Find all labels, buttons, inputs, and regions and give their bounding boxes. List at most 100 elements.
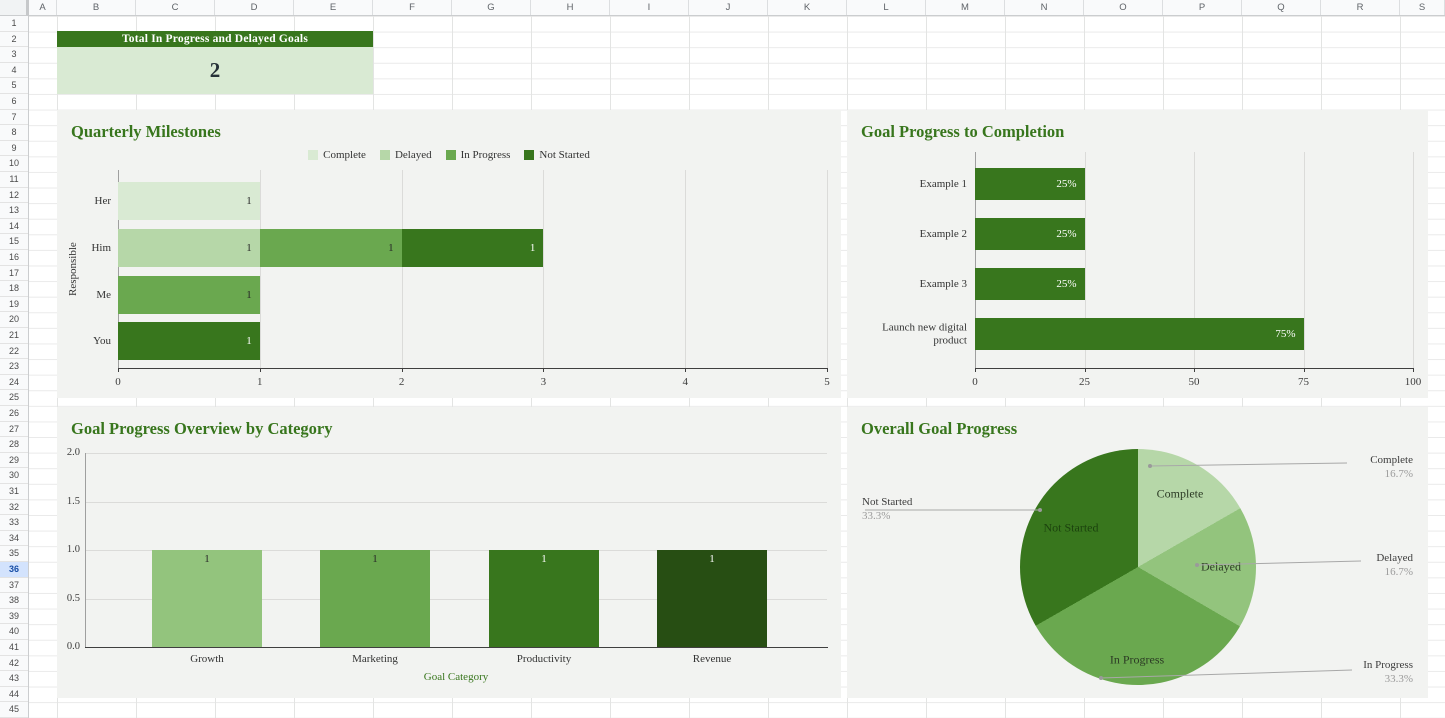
legend-label: In Progress — [461, 149, 511, 161]
bar[interactable]: 75% — [975, 318, 1304, 350]
column-header-g[interactable]: G — [452, 0, 531, 15]
row-header-20[interactable]: 20 — [0, 312, 28, 328]
row-header-32[interactable]: 32 — [0, 500, 28, 516]
row-header-28[interactable]: 28 — [0, 437, 28, 453]
bar-segment[interactable]: 1 — [118, 229, 260, 267]
bar-segment[interactable]: 1 — [118, 276, 260, 314]
column-header-h[interactable]: H — [531, 0, 610, 15]
column-header-a[interactable]: A — [29, 0, 57, 15]
bar-value-label: 1 — [388, 242, 402, 254]
bar[interactable]: 1 — [152, 550, 262, 647]
legend-item[interactable]: Not Started — [524, 149, 589, 161]
row-header-10[interactable]: 10 — [0, 156, 28, 172]
row-header-33[interactable]: 33 — [0, 515, 28, 531]
row-header-38[interactable]: 38 — [0, 593, 28, 609]
row-header-13[interactable]: 13 — [0, 203, 28, 219]
column-header-k[interactable]: K — [768, 0, 847, 15]
bar[interactable]: 1 — [489, 550, 599, 647]
row-header-19[interactable]: 19 — [0, 297, 28, 313]
legend-swatch — [446, 150, 456, 160]
bar-segment[interactable]: 1 — [260, 229, 402, 267]
row-header-36[interactable]: 36 — [0, 562, 28, 578]
column-header-d[interactable]: D — [215, 0, 294, 15]
column-header-c[interactable]: C — [136, 0, 215, 15]
column-header-p[interactable]: P — [1163, 0, 1242, 15]
row-header-5[interactable]: 5 — [0, 78, 28, 94]
column-header-b[interactable]: B — [57, 0, 136, 15]
row-header-22[interactable]: 22 — [0, 344, 28, 360]
kpi-value: 2 — [57, 47, 373, 94]
row-header-14[interactable]: 14 — [0, 219, 28, 235]
column-header-r[interactable]: R — [1321, 0, 1400, 15]
column-header-o[interactable]: O — [1084, 0, 1163, 15]
row-header-21[interactable]: 21 — [0, 328, 28, 344]
y-tick-label: 2.0 — [57, 447, 80, 458]
chart-goal-progress-to-completion[interactable]: Goal Progress to Completion 0255075100Ex… — [847, 110, 1428, 398]
row-header-2[interactable]: 2 — [0, 32, 28, 48]
row-header-42[interactable]: 42 — [0, 656, 28, 672]
pie-slice-label: In Progress — [1110, 653, 1164, 668]
row-header-7[interactable]: 7 — [0, 110, 28, 126]
chart-overall-goal-progress[interactable]: Overall Goal Progress CompleteDelayedIn … — [847, 407, 1428, 698]
row-header-15[interactable]: 15 — [0, 234, 28, 250]
row-header-44[interactable]: 44 — [0, 687, 28, 703]
row-header-43[interactable]: 43 — [0, 671, 28, 687]
row-header-39[interactable]: 39 — [0, 609, 28, 625]
category-label: Example 3 — [862, 278, 967, 291]
kpi-card[interactable]: Total In Progress and Delayed Goals 2 — [57, 31, 373, 94]
row-header-37[interactable]: 37 — [0, 578, 28, 594]
row-header-24[interactable]: 24 — [0, 375, 28, 391]
column-header-e[interactable]: E — [294, 0, 373, 15]
legend-item[interactable]: Complete — [308, 149, 366, 161]
column-header-n[interactable]: N — [1005, 0, 1084, 15]
bar[interactable]: 1 — [657, 550, 767, 647]
chart-goal-progress-overview-by-category[interactable]: Goal Progress Overview by Category 0.00.… — [57, 407, 841, 698]
row-header-25[interactable]: 25 — [0, 390, 28, 406]
category-label: Revenue — [693, 653, 731, 665]
row-header-18[interactable]: 18 — [0, 281, 28, 297]
bar[interactable]: 25% — [975, 168, 1085, 200]
row-header-11[interactable]: 11 — [0, 172, 28, 188]
row-header-4[interactable]: 4 — [0, 63, 28, 79]
row-header-41[interactable]: 41 — [0, 640, 28, 656]
row-header-26[interactable]: 26 — [0, 406, 28, 422]
row-header-8[interactable]: 8 — [0, 125, 28, 141]
legend-item[interactable]: Delayed — [380, 149, 432, 161]
column-header-m[interactable]: M — [926, 0, 1005, 15]
column-header-f[interactable]: F — [373, 0, 452, 15]
row-header-12[interactable]: 12 — [0, 188, 28, 204]
bar[interactable]: 25% — [975, 268, 1085, 300]
column-header-q[interactable]: Q — [1242, 0, 1321, 15]
callout-percent: 16.7% — [1370, 468, 1413, 480]
bar[interactable]: 1 — [320, 550, 430, 647]
row-header-31[interactable]: 31 — [0, 484, 28, 500]
row-header-35[interactable]: 35 — [0, 546, 28, 562]
select-all-corner[interactable] — [0, 0, 29, 16]
row-header-29[interactable]: 29 — [0, 453, 28, 469]
row-header-40[interactable]: 40 — [0, 624, 28, 640]
row-header-30[interactable]: 30 — [0, 468, 28, 484]
y-tick-label: 0.0 — [57, 641, 80, 652]
row-header-17[interactable]: 17 — [0, 266, 28, 282]
row-header-27[interactable]: 27 — [0, 422, 28, 438]
column-header-s[interactable]: S — [1400, 0, 1445, 15]
row-header-1[interactable]: 1 — [0, 16, 28, 32]
legend-item[interactable]: In Progress — [446, 149, 511, 161]
row-header-6[interactable]: 6 — [0, 94, 28, 110]
column-header-i[interactable]: I — [610, 0, 689, 15]
bar-segment[interactable]: 1 — [118, 322, 260, 360]
chart-quarterly-milestones[interactable]: Quarterly Milestones CompleteDelayedIn P… — [57, 110, 841, 398]
row-header-16[interactable]: 16 — [0, 250, 28, 266]
column-header-l[interactable]: L — [847, 0, 926, 15]
bar-segment[interactable]: 1 — [402, 229, 544, 267]
row-header-9[interactable]: 9 — [0, 141, 28, 157]
row-header-3[interactable]: 3 — [0, 47, 28, 63]
row-header-45[interactable]: 45 — [0, 702, 28, 718]
bar-segment[interactable]: 1 — [118, 182, 260, 220]
bar-value-label: 25% — [1056, 178, 1084, 190]
bar[interactable]: 25% — [975, 218, 1085, 250]
row-header-23[interactable]: 23 — [0, 359, 28, 375]
bar-value-label: 1 — [530, 242, 544, 254]
column-header-j[interactable]: J — [689, 0, 768, 15]
row-header-34[interactable]: 34 — [0, 531, 28, 547]
